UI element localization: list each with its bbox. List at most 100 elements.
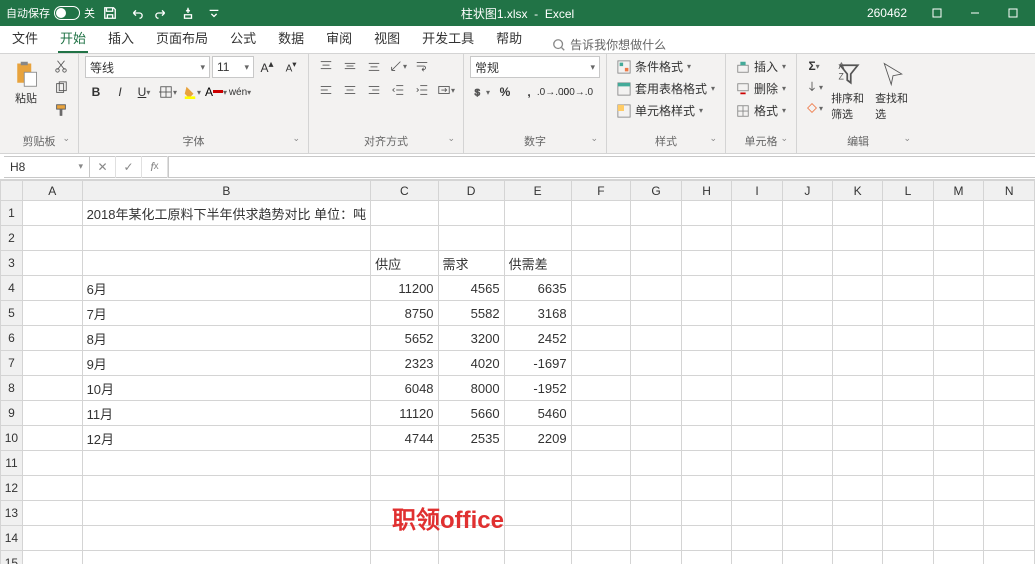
cell-G12[interactable]: [631, 476, 682, 501]
cell-C8[interactable]: 6048: [371, 376, 438, 401]
cell-K12[interactable]: [833, 476, 883, 501]
cell-F10[interactable]: [571, 426, 631, 451]
cell-E9[interactable]: 5460: [504, 401, 571, 426]
cell-H4[interactable]: [681, 276, 731, 301]
cut-icon[interactable]: [50, 56, 72, 76]
cell-K7[interactable]: [833, 351, 883, 376]
cell-M5[interactable]: [933, 301, 984, 326]
col-header-J[interactable]: J: [782, 181, 832, 201]
cell-H8[interactable]: [681, 376, 731, 401]
cell-J6[interactable]: [782, 326, 832, 351]
cell-H14[interactable]: [681, 526, 731, 551]
menu-tab-7[interactable]: 视图: [372, 24, 402, 53]
cell-H12[interactable]: [681, 476, 731, 501]
cell-G10[interactable]: [631, 426, 682, 451]
cell-E14[interactable]: [504, 526, 571, 551]
cancel-formula-icon[interactable]: ✕: [90, 156, 116, 178]
cell-N9[interactable]: [984, 401, 1035, 426]
cell-F1[interactable]: [571, 201, 631, 226]
cell-H7[interactable]: [681, 351, 731, 376]
cell-F9[interactable]: [571, 401, 631, 426]
cell-C15[interactable]: [371, 551, 438, 564]
cell-E1[interactable]: [504, 201, 571, 226]
row-header-1[interactable]: 1: [1, 201, 23, 226]
cell-L2[interactable]: [883, 226, 933, 251]
col-header-E[interactable]: E: [504, 181, 571, 201]
cell-I10[interactable]: [732, 426, 782, 451]
cell-D12[interactable]: [438, 476, 504, 501]
format-table-button[interactable]: 套用表格格式: [613, 78, 719, 99]
cell-F4[interactable]: [571, 276, 631, 301]
row-header-12[interactable]: 12: [1, 476, 23, 501]
cell-N15[interactable]: [984, 551, 1035, 564]
cell-C6[interactable]: 5652: [371, 326, 438, 351]
cell-C7[interactable]: 2323: [371, 351, 438, 376]
increase-font-icon[interactable]: A▴: [256, 57, 278, 77]
user-label[interactable]: 260462: [857, 6, 917, 20]
cell-I13[interactable]: [732, 501, 782, 526]
phonetic-icon[interactable]: wén: [229, 82, 251, 102]
cell-F7[interactable]: [571, 351, 631, 376]
cell-A15[interactable]: [22, 551, 82, 564]
cell-J11[interactable]: [782, 451, 832, 476]
fill-color-icon[interactable]: [181, 82, 203, 102]
cell-E15[interactable]: [504, 551, 571, 564]
col-header-L[interactable]: L: [883, 181, 933, 201]
cell-I1[interactable]: [732, 201, 782, 226]
cell-G1[interactable]: [631, 201, 682, 226]
cell-B1[interactable]: 2018年某化工原料下半年供求趋势对比 单位：吨: [82, 201, 371, 226]
clear-icon[interactable]: [803, 98, 825, 118]
cell-B2[interactable]: [82, 226, 371, 251]
save-icon[interactable]: [99, 2, 121, 24]
row-header-6[interactable]: 6: [1, 326, 23, 351]
cell-D13[interactable]: [438, 501, 504, 526]
spreadsheet-grid[interactable]: ABCDEFGHIJKLMN12018年某化工原料下半年供求趋势对比 单位：吨2…: [0, 180, 1035, 564]
bold-icon[interactable]: B: [85, 82, 107, 102]
cell-C9[interactable]: 11120: [371, 401, 438, 426]
cell-K15[interactable]: [833, 551, 883, 564]
cell-I9[interactable]: [732, 401, 782, 426]
cell-M10[interactable]: [933, 426, 984, 451]
cell-N6[interactable]: [984, 326, 1035, 351]
cell-D14[interactable]: [438, 526, 504, 551]
col-header-K[interactable]: K: [833, 181, 883, 201]
align-left-icon[interactable]: [315, 80, 337, 100]
cell-F15[interactable]: [571, 551, 631, 564]
decrease-indent-icon[interactable]: [387, 80, 409, 100]
cell-F11[interactable]: [571, 451, 631, 476]
cell-L5[interactable]: [883, 301, 933, 326]
cell-D1[interactable]: [438, 201, 504, 226]
cell-N11[interactable]: [984, 451, 1035, 476]
cell-H3[interactable]: [681, 251, 731, 276]
underline-icon[interactable]: U: [133, 82, 155, 102]
cell-C2[interactable]: [371, 226, 438, 251]
cell-G7[interactable]: [631, 351, 682, 376]
cell-M15[interactable]: [933, 551, 984, 564]
cell-D9[interactable]: 5660: [438, 401, 504, 426]
number-format-combo[interactable]: 常规: [470, 56, 600, 78]
cell-A10[interactable]: [22, 426, 82, 451]
cell-G15[interactable]: [631, 551, 682, 564]
cell-A5[interactable]: [22, 301, 82, 326]
cell-B13[interactable]: [82, 501, 371, 526]
cell-J4[interactable]: [782, 276, 832, 301]
qat-dropdown-icon[interactable]: [203, 2, 225, 24]
cell-N4[interactable]: [984, 276, 1035, 301]
cell-H2[interactable]: [681, 226, 731, 251]
cell-H9[interactable]: [681, 401, 731, 426]
format-painter-icon[interactable]: [50, 100, 72, 120]
cell-L10[interactable]: [883, 426, 933, 451]
col-header-A[interactable]: A: [22, 181, 82, 201]
cell-A13[interactable]: [22, 501, 82, 526]
cell-N14[interactable]: [984, 526, 1035, 551]
cell-D10[interactable]: 2535: [438, 426, 504, 451]
cell-K10[interactable]: [833, 426, 883, 451]
cell-H11[interactable]: [681, 451, 731, 476]
row-header-15[interactable]: 15: [1, 551, 23, 564]
menu-tab-1[interactable]: 开始: [58, 24, 88, 53]
cell-B6[interactable]: 8月: [82, 326, 371, 351]
cell-C12[interactable]: [371, 476, 438, 501]
cell-L6[interactable]: [883, 326, 933, 351]
cell-G4[interactable]: [631, 276, 682, 301]
col-header-G[interactable]: G: [631, 181, 682, 201]
